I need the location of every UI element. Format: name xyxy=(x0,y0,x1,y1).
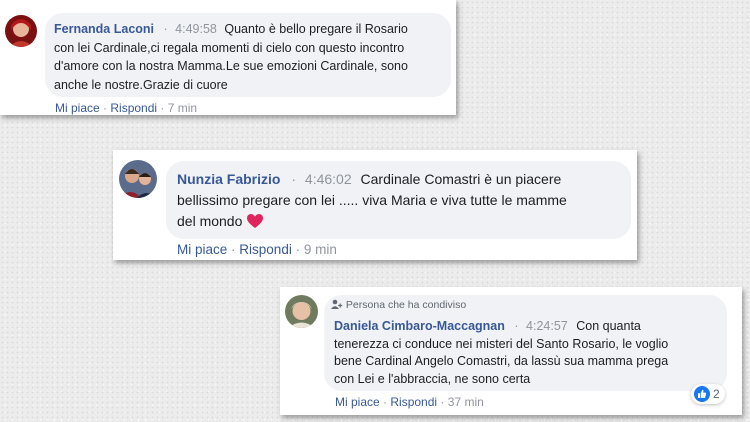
separator: · xyxy=(440,395,448,409)
comment-text-line: Cardinale Comastri è un piacere xyxy=(360,171,562,187)
separator: · xyxy=(514,319,519,333)
comment-bubble: Persona che ha condiviso Daniela Cimbaro… xyxy=(324,295,727,391)
comment-text-line: anche le nostre.Grazie di cuore xyxy=(54,77,228,92)
like-link[interactable]: Mi piace xyxy=(335,395,380,409)
reaction-summary[interactable]: 2 xyxy=(691,384,725,404)
comment-text-line: Quanto è bello pregare il Rosario xyxy=(224,22,408,36)
comment-card-fernanda: Fernanda Laconi · 4:49:58 Quanto è bello… xyxy=(0,0,456,115)
person-share-icon xyxy=(331,299,343,313)
comment-card-nunzia: Nunzia Fabrizio · 4:46:02 Cardinale Coma… xyxy=(113,150,637,260)
comment-time[interactable]: 4:24:57 xyxy=(526,319,568,333)
author-name[interactable]: Nunzia Fabrizio xyxy=(177,171,280,187)
comment-text-line: bene Cardinal Angelo Comastri, da lassù … xyxy=(334,354,669,368)
comment-text-line: con lei Cardinale,ci regala momenti di c… xyxy=(54,40,405,55)
reaction-count: 2 xyxy=(713,387,720,401)
comment-age[interactable]: 37 min xyxy=(448,395,484,409)
author-name[interactable]: Daniela Cimbaro-Maccagnan xyxy=(334,319,505,333)
separator: · xyxy=(295,242,304,257)
comment-age[interactable]: 7 min xyxy=(168,101,197,115)
comment-card-daniela: Persona che ha condiviso Daniela Cimbaro… xyxy=(280,287,742,415)
reply-link[interactable]: Rispondi xyxy=(110,101,157,115)
avatar[interactable] xyxy=(119,160,157,198)
comment-text-line: bellissimo pregare con lei ..... viva Ma… xyxy=(177,192,567,208)
like-reaction-icon xyxy=(694,386,710,402)
avatar[interactable] xyxy=(5,15,37,47)
separator: · xyxy=(163,22,168,36)
separator: · xyxy=(291,171,297,187)
comment-actions: Mi piace · Rispondi · 9 min xyxy=(177,242,337,257)
comment-text-line: tenerezza ci conduce nei misteri del San… xyxy=(334,336,669,351)
avatar[interactable] xyxy=(285,295,318,328)
comment-actions: Mi piace · Rispondi · 37 min xyxy=(335,395,484,409)
like-link[interactable]: Mi piace xyxy=(55,101,100,115)
comment-text-line: del mondo xyxy=(177,213,243,229)
comment-actions: Mi piace · Rispondi · 7 min xyxy=(55,101,197,115)
separator: · xyxy=(160,101,168,115)
comment-bubble: Fernanda Laconi · 4:49:58 Quanto è bello… xyxy=(45,13,451,97)
shared-by-label: Persona che ha condiviso xyxy=(345,299,467,311)
comment-text-line: Con quanta xyxy=(576,319,641,333)
like-link[interactable]: Mi piace xyxy=(177,242,227,257)
reply-link[interactable]: Rispondi xyxy=(239,242,292,257)
comment-time[interactable]: 4:46:02 xyxy=(305,171,352,187)
heart-icon xyxy=(246,213,264,235)
shared-by-label-row: Persona che ha condiviso xyxy=(331,299,466,313)
reply-link[interactable]: Rispondi xyxy=(390,395,437,409)
comment-text-line: con Lei e l'abbraccia, ne sono certa xyxy=(334,371,531,386)
comment-bubble: Nunzia Fabrizio · 4:46:02 Cardinale Coma… xyxy=(166,161,631,239)
comment-time[interactable]: 4:49:58 xyxy=(175,22,217,36)
author-name[interactable]: Fernanda Laconi xyxy=(54,22,154,36)
comment-age[interactable]: 9 min xyxy=(304,242,337,257)
comment-text-line: d'amore con la nostra Mamma.Le sue emozi… xyxy=(54,59,408,73)
